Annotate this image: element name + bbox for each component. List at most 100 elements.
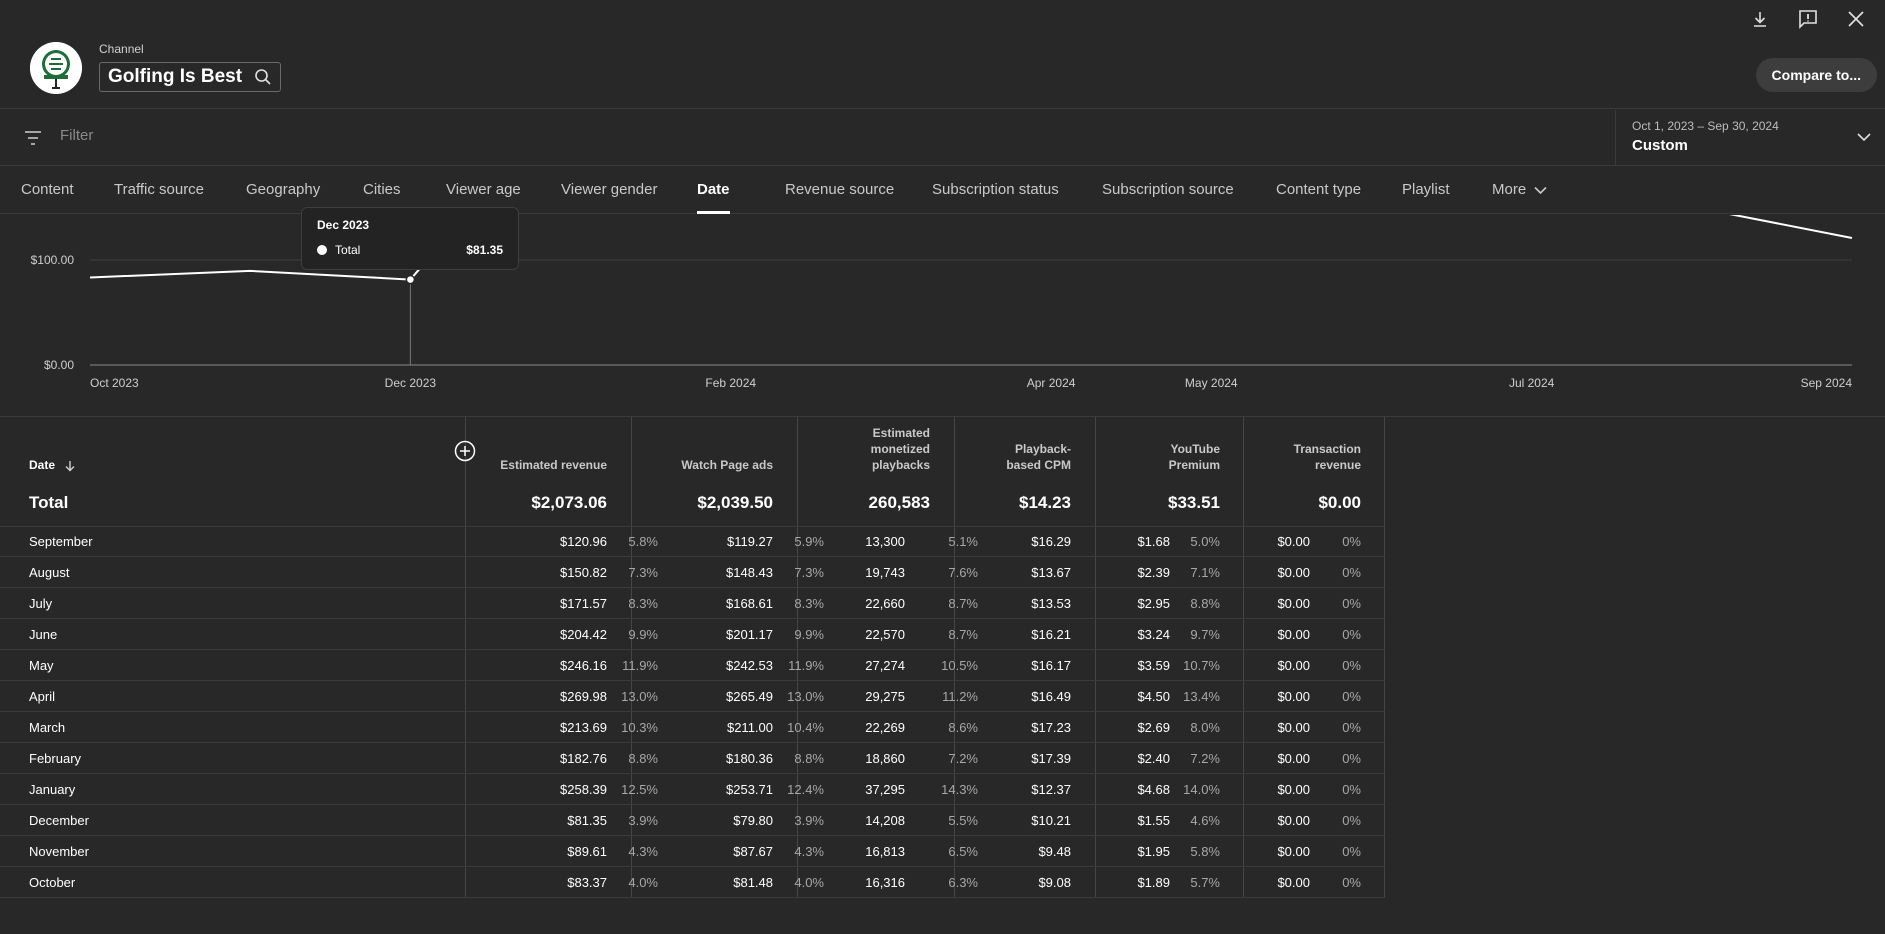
tab-subscription-status[interactable]: Subscription status <box>932 166 1059 214</box>
table-row[interactable]: September $120.96 5.8% $119.27 5.9% 13,3… <box>0 526 1385 557</box>
estimated-revenue-value: $204.42 <box>560 627 607 642</box>
tab-more[interactable]: More <box>1492 166 1547 214</box>
transaction-revenue-percent: 0% <box>1342 720 1361 735</box>
channel-avatar[interactable] <box>30 42 82 94</box>
tooltip-value: $81.35 <box>466 243 503 257</box>
compare-button[interactable]: Compare to... <box>1755 58 1877 92</box>
window-actions <box>1749 8 1867 30</box>
tab-playlist[interactable]: Playlist <box>1402 166 1450 214</box>
tab-content-type[interactable]: Content type <box>1276 166 1361 214</box>
tab-date[interactable]: Date <box>697 166 730 214</box>
row-label: June <box>29 627 58 642</box>
table-row[interactable]: March $213.69 10.3% $211.00 10.4% 22,269… <box>0 712 1385 743</box>
watch-page-ads-percent: 10.4% <box>787 720 824 735</box>
filter-input[interactable]: Filter <box>60 127 93 144</box>
total-label: Total <box>29 493 69 512</box>
table-row[interactable]: February $182.76 8.8% $180.36 8.8% 18,86… <box>0 743 1385 774</box>
tooltip-date: Dec 2023 <box>317 218 370 232</box>
watch-page-ads-value: $119.27 <box>726 534 773 549</box>
youtube-premium-percent: 7.2% <box>1190 751 1220 766</box>
watch-page-ads-value: $242.53 <box>726 658 773 673</box>
tab-viewer-gender[interactable]: Viewer gender <box>561 166 657 214</box>
youtube-premium-percent: 8.0% <box>1190 720 1220 735</box>
transaction-revenue-value: $0.00 <box>1277 596 1310 611</box>
estimated-revenue-value: $213.69 <box>560 720 607 735</box>
monetized-playbacks-percent: 8.6% <box>948 720 978 735</box>
monetized-playbacks-value: 13,300 <box>865 534 905 549</box>
total-monetized-playbacks: 260,583 <box>868 493 930 512</box>
add-column-icon[interactable] <box>454 440 476 462</box>
feedback-icon[interactable] <box>1797 8 1819 30</box>
sort-arrow-down-icon <box>65 460 75 472</box>
youtube-premium-value: $1.95 <box>1137 844 1170 859</box>
watch-page-ads-percent: 8.3% <box>794 596 824 611</box>
x-tick-label: Dec 2023 <box>385 376 437 390</box>
table-row[interactable]: January $258.39 12.5% $253.71 12.4% 37,2… <box>0 774 1385 805</box>
transaction-revenue-value: $0.00 <box>1277 844 1310 859</box>
total-youtube-premium: $33.51 <box>1168 493 1220 512</box>
tab-content[interactable]: Content <box>21 166 74 214</box>
close-icon[interactable] <box>1845 8 1867 30</box>
revenue-chart: $100.00 $0.00 Oct 2023 Dec 2023 Feb 2024 Apr … <box>0 215 1885 415</box>
chart-tooltip: Dec 2023 Total $81.35 <box>301 207 519 270</box>
youtube-premium-percent: 5.7% <box>1190 875 1220 890</box>
header-playback-based-cpm[interactable]: Playback-based CPM <box>1001 441 1071 473</box>
row-label: April <box>29 689 56 704</box>
transaction-revenue-percent: 0% <box>1342 782 1361 797</box>
youtube-premium-value: $2.40 <box>1137 751 1170 766</box>
table-row[interactable]: July $171.57 8.3% $168.61 8.3% 22,660 8.… <box>0 588 1385 619</box>
total-watch-page-ads: $2,039.50 <box>697 493 773 512</box>
tab-revenue-source[interactable]: Revenue source <box>785 166 894 214</box>
date-range-text: Oct 1, 2023 – Sep 30, 2024 <box>1632 119 1779 133</box>
monetized-playbacks-value: 22,660 <box>865 596 905 611</box>
playback-cpm-value: $16.21 <box>1031 627 1071 642</box>
watch-page-ads-percent: 13.0% <box>787 689 824 704</box>
download-icon[interactable] <box>1749 8 1771 30</box>
header-watch-page-ads[interactable]: Watch Page ads <box>681 457 773 473</box>
date-column-header[interactable]: Date <box>29 457 76 473</box>
transaction-revenue-value: $0.00 <box>1277 689 1310 704</box>
header-estimated-monetized-playbacks[interactable]: Estimated monetized playbacks <box>850 425 930 473</box>
table-row[interactable]: June $204.42 9.9% $201.17 9.9% 22,570 8.… <box>0 619 1385 650</box>
youtube-premium-percent: 4.6% <box>1190 813 1220 828</box>
transaction-revenue-value: $0.00 <box>1277 627 1310 642</box>
date-range-picker[interactable]: Oct 1, 2023 – Sep 30, 2024 Custom <box>1615 110 1885 166</box>
header-estimated-revenue[interactable]: Estimated revenue <box>500 457 607 473</box>
monetized-playbacks-value: 37,295 <box>865 782 905 797</box>
transaction-revenue-value: $0.00 <box>1277 534 1310 549</box>
search-icon[interactable] <box>254 68 272 86</box>
youtube-premium-percent: 14.0% <box>1183 782 1220 797</box>
estimated-revenue-value: $89.61 <box>567 844 607 859</box>
transaction-revenue-value: $0.00 <box>1277 782 1310 797</box>
watch-page-ads-value: $265.49 <box>726 689 773 704</box>
playback-cpm-value: $9.48 <box>1038 844 1071 859</box>
header-transaction-revenue[interactable]: Transaction revenue <box>1281 441 1361 473</box>
youtube-premium-percent: 7.1% <box>1190 565 1220 580</box>
table-row[interactable]: April $269.98 13.0% $265.49 13.0% 29,275… <box>0 681 1385 712</box>
monetized-playbacks-percent: 11.2% <box>942 689 978 704</box>
table-body: September $120.96 5.8% $119.27 5.9% 13,3… <box>0 526 1385 898</box>
tab-more-label: More <box>1492 181 1527 198</box>
table-row[interactable]: May $246.16 11.9% $242.53 11.9% 27,274 1… <box>0 650 1385 681</box>
table-row[interactable]: October $83.37 4.0% $81.48 4.0% 16,316 6… <box>0 867 1385 898</box>
monetized-playbacks-percent: 8.7% <box>948 627 978 642</box>
youtube-premium-value: $1.68 <box>1137 534 1170 549</box>
monetized-playbacks-percent: 6.5% <box>948 844 978 859</box>
table-row[interactable]: November $89.61 4.3% $87.67 4.3% 16,813 … <box>0 836 1385 867</box>
playback-cpm-value: $17.39 <box>1031 751 1071 766</box>
watch-page-ads-percent: 4.3% <box>794 844 824 859</box>
total-row: Total $2,073.06 $2,039.50 260,583 $14.23… <box>0 479 1385 527</box>
estimated-revenue-percent: 11.9% <box>622 658 658 673</box>
estimated-revenue-percent: 13.0% <box>621 689 658 704</box>
table-row[interactable]: August $150.82 7.3% $148.43 7.3% 19,743 … <box>0 557 1385 588</box>
monetized-playbacks-value: 22,570 <box>865 627 905 642</box>
tab-traffic-source[interactable]: Traffic source <box>114 166 204 214</box>
transaction-revenue-percent: 0% <box>1342 751 1361 766</box>
filter-icon[interactable] <box>24 130 42 146</box>
playback-cpm-value: $16.29 <box>1031 534 1071 549</box>
data-table: Date Estimated revenue Watch Page ads Es… <box>0 416 1885 890</box>
tab-subscription-source[interactable]: Subscription source <box>1102 166 1234 214</box>
channel-selector[interactable]: Golfing Is Best <box>99 62 281 92</box>
header-youtube-premium[interactable]: YouTube Premium <box>1150 441 1220 473</box>
table-row[interactable]: December $81.35 3.9% $79.80 3.9% 14,208 … <box>0 805 1385 836</box>
